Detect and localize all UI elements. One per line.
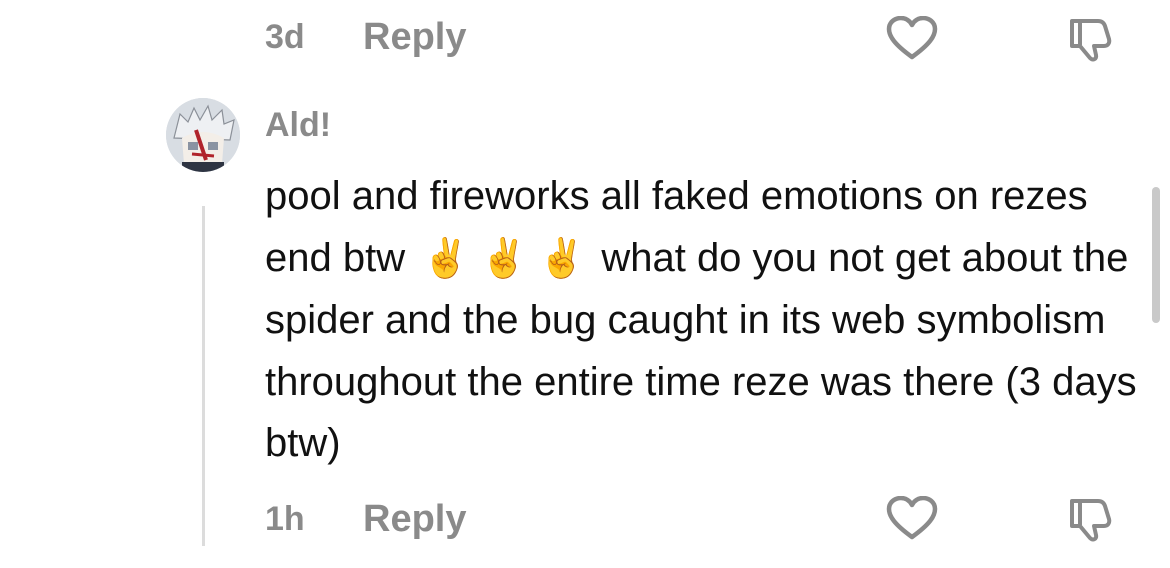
reply-comment-meta: 1h Reply (265, 494, 466, 544)
heart-outline-icon (886, 496, 938, 540)
victory-hand-emoji: ✌️ (538, 237, 586, 280)
reply-button[interactable]: Reply (363, 498, 466, 541)
like-button[interactable] (884, 14, 940, 62)
comment-username[interactable]: Ald! (265, 106, 331, 145)
thumbs-down-icon (1070, 499, 1112, 542)
top-comment-meta: 3d Reply (265, 12, 466, 62)
thumbs-down-icon (1070, 19, 1112, 62)
scrollbar[interactable] (1152, 187, 1160, 323)
dislike-button[interactable] (1062, 494, 1118, 544)
comment-timestamp: 3d (265, 17, 305, 56)
reply-button[interactable]: Reply (363, 16, 466, 59)
thread-line (202, 206, 205, 546)
comment-timestamp: 1h (265, 499, 305, 538)
like-button[interactable] (884, 494, 940, 542)
victory-hand-emoji: ✌️ (480, 237, 528, 280)
heart-outline-icon (886, 16, 938, 60)
avatar-image (166, 98, 240, 172)
victory-hand-emoji: ✌️ (422, 237, 470, 280)
avatar[interactable] (166, 98, 240, 172)
comment-text: pool and fireworks all faked emotions on… (265, 166, 1145, 475)
dislike-button[interactable] (1062, 14, 1118, 64)
